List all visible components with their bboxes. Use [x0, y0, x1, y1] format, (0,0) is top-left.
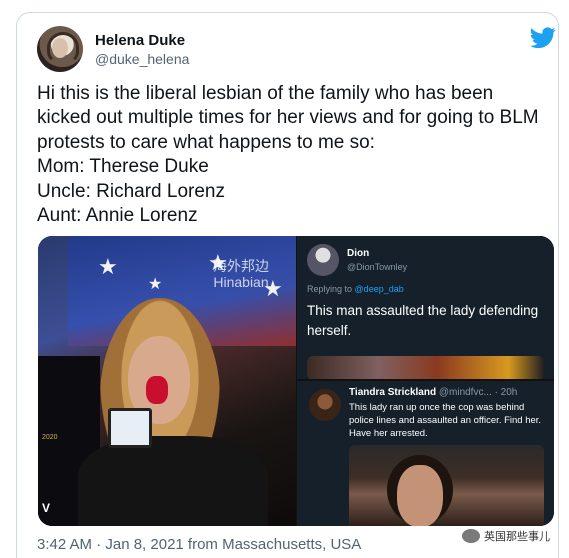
blood-mark [146, 376, 168, 404]
quote-name: Tiandra Strickland [349, 387, 437, 398]
reply-thumbnail [307, 356, 544, 379]
author-handle[interactable]: @duke_helena [95, 51, 189, 67]
protest-photo[interactable]: ★ ★ ★ ★ 2020 海外邦边 Hinabian V [38, 236, 296, 526]
reply-screenshot[interactable]: Dion @DionTownley Replying to @deep_dab … [297, 236, 554, 379]
police-badge-text: 2020 [42, 434, 58, 441]
tweet-timestamp[interactable]: 3:42 AM · Jan 8, 2021 from Massachusetts… [37, 536, 361, 553]
flag-star: ★ [98, 254, 118, 279]
photo-watermark: 海外邦边 Hinabian [213, 258, 269, 290]
tweet-line: Aunt: Annie Lorenz [37, 205, 198, 227]
tweet-line: kicked out multiple times for her views … [37, 107, 539, 129]
tweet-line: Mom: Therese Duke [37, 156, 209, 178]
quote-photo [349, 445, 544, 526]
source-watermark: 英国那些事儿 [462, 528, 550, 544]
quote-avatar [309, 389, 341, 421]
wechat-icon [462, 529, 480, 543]
tweet-line: Uncle: Richard Lorenz [37, 180, 225, 202]
replying-to: Replying to @deep_dab [307, 284, 404, 294]
reply-name: Dion [347, 248, 370, 259]
reply-avatar [307, 244, 339, 276]
author-name[interactable]: Helena Duke [95, 32, 185, 49]
replying-handle: @deep_dab [354, 284, 404, 294]
reply-handle: @DionTownley [347, 262, 408, 272]
twitter-bird-icon [530, 27, 556, 49]
quote-screenshot[interactable]: Tiandra Strickland @mindfvc... · 20h Thi… [297, 381, 554, 526]
tweet-line: Hi this is the liberal lesbian of the fa… [37, 83, 494, 104]
quote-meta: @mindfvc... · 20h [438, 387, 518, 398]
source-watermark-text: 英国那些事儿 [484, 531, 550, 543]
avatar-face [52, 38, 68, 58]
quote-header: Tiandra Strickland @mindfvc... · 20h [349, 387, 517, 398]
quote-text: This lady ran up once the cop was behind… [349, 402, 542, 439]
quote-photo-face [397, 465, 443, 526]
flag-star: ★ [148, 276, 163, 293]
reply-text: This man assaulted the lady defending he… [307, 303, 539, 338]
author-avatar[interactable] [37, 26, 83, 72]
photo-watermark-en: Hinabian [213, 274, 269, 290]
phone-in-hand [108, 408, 152, 448]
tweet-media[interactable]: ★ ★ ★ ★ 2020 海外邦边 Hinabian V Dion @DionT… [38, 236, 554, 526]
woman-coat [78, 436, 268, 526]
photo-watermark-cn: 海外邦边 [213, 258, 269, 274]
photo-corner-letter: V [42, 501, 51, 515]
tweet-line: protests to care what happens to me so: [37, 131, 375, 153]
tweet-text: Hi this is the liberal lesbian of the fa… [37, 82, 552, 228]
replying-prefix: Replying to [307, 284, 353, 294]
